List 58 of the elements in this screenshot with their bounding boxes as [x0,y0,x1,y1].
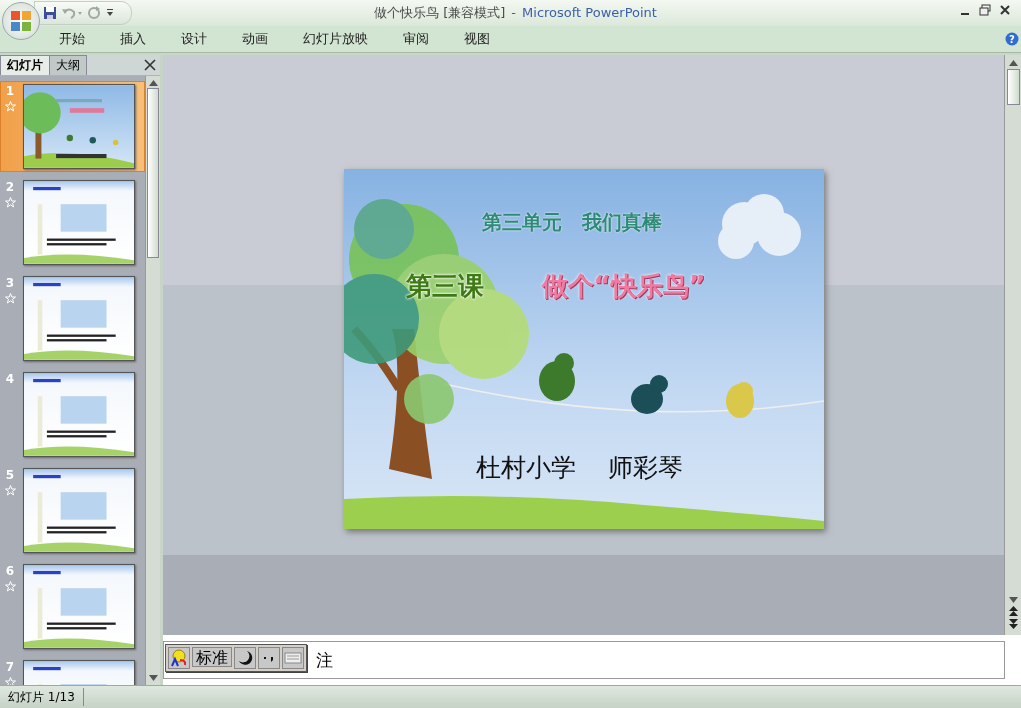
ribbon-tab[interactable]: 幻灯片放映 [290,27,381,51]
scroll-up-icon[interactable] [1008,60,1018,66]
save-icon[interactable] [43,6,57,20]
scroll-up-icon[interactable] [148,80,158,86]
close-pane-icon[interactable] [144,59,156,71]
slide-thumbnail-drawing[interactable] [24,85,134,168]
slide-unit-title: 第三单元 我们真棒 [481,209,662,236]
slide-thumbnail-drawing[interactable] [24,565,134,648]
scroll-thumb[interactable] [1006,69,1020,105]
scrollbar[interactable] [1004,55,1021,635]
slide-number: 6 [5,564,15,578]
slide-number: 2 [5,180,15,194]
ribbon-tab[interactable]: 动画 [229,27,281,51]
punctuation-icon[interactable] [258,647,280,669]
slide-lesson-title: 做个“快乐鸟” [541,270,706,303]
slide-number: 5 [5,468,15,482]
slide-number: 4 [5,372,15,386]
document-title: 做个快乐鸟 [兼容模式] [374,5,506,20]
star-icon [4,677,16,685]
scrollbar[interactable] [145,76,160,685]
star-icon [4,581,16,592]
slide-number: 3 [5,276,15,290]
slide-author: 杜村小学 师彩琴 [475,452,684,484]
close-icon[interactable] [999,4,1011,16]
slide-count: 幻灯片 1/13 [0,688,84,706]
title-separator: - [511,5,517,20]
office-logo-icon [10,10,32,32]
app-name: Microsoft PowerPoint [522,5,657,20]
slide-thumbnail-drawing[interactable] [24,277,134,360]
previous-slide-icon[interactable] [1008,606,1018,616]
ribbon-tab[interactable]: 插入 [107,27,159,51]
notes-text: 注 [316,648,333,672]
star-icon [4,293,16,304]
help-icon[interactable]: ? [1005,32,1019,46]
ime-mode-button[interactable]: 标准 [192,647,232,667]
star-icon [4,485,16,496]
ime-logo-icon[interactable] [168,647,190,669]
slide-thumbnail-drawing[interactable] [24,373,134,456]
ribbon-tab[interactable]: 开始 [46,27,98,51]
customize-dropdown-icon[interactable] [105,8,115,18]
slide-thumbnail-drawing[interactable] [24,469,134,552]
restore-icon[interactable] [979,4,991,16]
star-icon [4,101,16,112]
slide-lesson-number: 第三课 [405,270,484,303]
pane-tab[interactable]: 大纲 [49,55,87,75]
ribbon-tab[interactable]: 视图 [451,27,503,51]
scroll-thumb[interactable] [147,88,159,258]
ribbon-tab[interactable]: 审阅 [390,27,442,51]
pane-tab[interactable]: 幻灯片 [0,55,50,75]
slide-thumbnail-drawing[interactable] [24,181,134,264]
ribbon-tab[interactable]: 设计 [168,27,220,51]
moon-icon[interactable] [234,647,256,669]
slide-number: 1 [5,84,15,98]
next-slide-icon[interactable] [1008,619,1018,629]
slide-number: 7 [5,660,15,674]
scroll-down-icon[interactable] [1008,597,1018,603]
scroll-down-icon[interactable] [148,675,158,681]
star-icon [4,197,16,208]
